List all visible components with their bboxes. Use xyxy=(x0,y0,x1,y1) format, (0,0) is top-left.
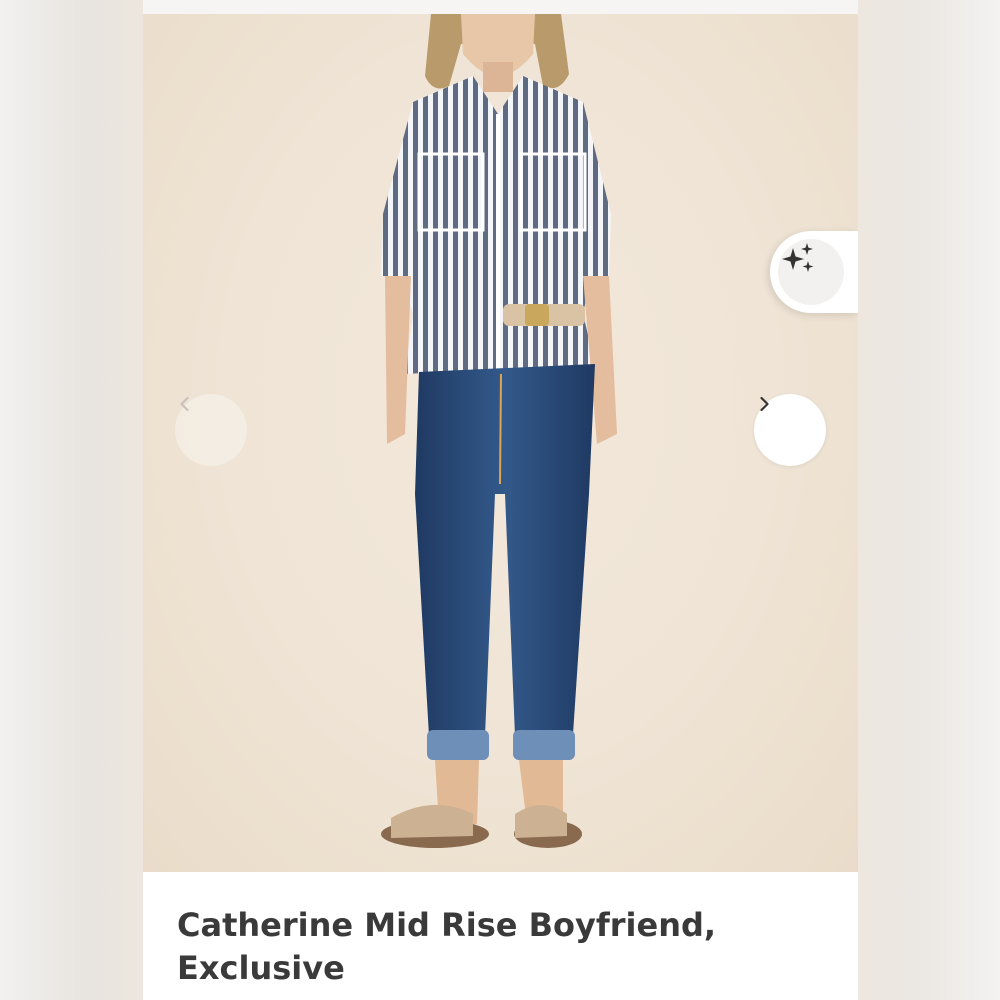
product-title: Catherine Mid Rise Boyfriend, Exclusive xyxy=(177,906,717,987)
product-card: Catherine Mid Rise Boyfriend, Exclusive xyxy=(143,0,858,1000)
chevron-left-icon xyxy=(180,396,189,412)
sparkles-icon xyxy=(782,243,814,272)
left-backdrop xyxy=(0,0,143,1000)
top-strip xyxy=(143,0,858,14)
next-image-button[interactable] xyxy=(754,394,826,466)
right-backdrop xyxy=(858,0,1000,1000)
model-illustration xyxy=(381,14,617,848)
chevron-right-icon xyxy=(760,396,769,412)
ai-assistant-tab xyxy=(770,231,858,313)
product-image[interactable] xyxy=(143,14,858,872)
previous-image-button[interactable] xyxy=(175,394,247,466)
ai-assistant-button[interactable] xyxy=(778,239,844,305)
